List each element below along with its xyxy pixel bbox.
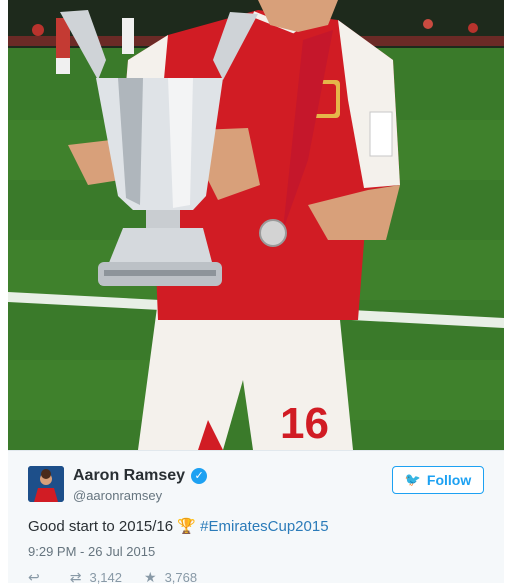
like-action[interactable]: ★ 3,768	[144, 569, 197, 586]
retweet-count: 3,142	[89, 570, 123, 585]
retweet-icon: ⇄	[69, 569, 82, 585]
tweet-photo[interactable]: 16	[8, 0, 504, 450]
author-avatar[interactable]	[28, 466, 64, 502]
tweet-text: Good start to 2015/16 🏆 #EmiratesCup2015	[28, 517, 329, 535]
embedded-tweet: 16 Aaron Ramsey ✓ @aaronramsey 🐦 Follow …	[0, 0, 506, 586]
tweet-timestamp[interactable]: 9:29 PM - 26 Jul 2015	[28, 544, 155, 559]
tweet-text-body: Good start to 2015/16	[28, 518, 178, 535]
author-name-row: Aaron Ramsey ✓	[73, 467, 208, 485]
reply-icon: ↩	[28, 569, 40, 585]
author-display-name[interactable]: Aaron Ramsey	[73, 467, 185, 485]
trophy-emoji-icon: 🏆	[177, 518, 196, 535]
avatar-image	[28, 466, 64, 502]
reply-action[interactable]: ↩	[28, 569, 48, 586]
tweet-footer: Aaron Ramsey ✓ @aaronramsey 🐦 Follow Goo…	[8, 450, 504, 586]
verified-badge-icon: ✓	[191, 468, 208, 484]
like-count: 3,768	[164, 570, 198, 585]
twitter-bird-icon: 🐦	[404, 472, 421, 487]
shirt-number: 16	[280, 399, 329, 448]
retweet-action[interactable]: ⇄ 3,142	[70, 569, 122, 586]
follow-button-label: Follow	[426, 472, 472, 488]
author-handle[interactable]: @aaronramsey	[73, 488, 162, 503]
hashtag-link[interactable]: #EmiratesCup2015	[200, 518, 328, 535]
tweet-actions: ↩ ⇄ 3,142 ★ 3,768	[28, 569, 219, 586]
player-with-trophy-image: 16	[8, 0, 504, 450]
star-icon: ★	[144, 569, 157, 585]
follow-button[interactable]: 🐦 Follow	[392, 466, 484, 494]
